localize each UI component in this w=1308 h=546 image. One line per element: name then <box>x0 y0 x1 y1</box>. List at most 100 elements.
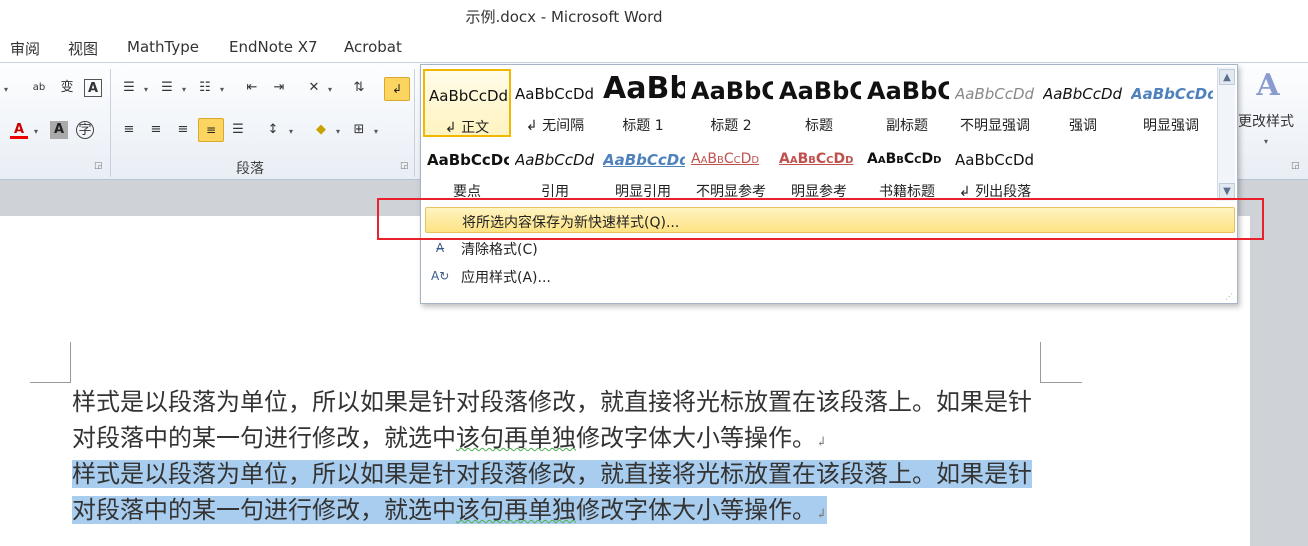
crop-mark <box>70 342 71 382</box>
style-preview: AaBbC <box>867 77 949 105</box>
increase-indent-icon[interactable]: ⇥ <box>270 79 288 97</box>
line-spacing-dropdown-icon[interactable]: ▾ <box>287 123 295 141</box>
font-dialog-launcher-icon[interactable]: ◲ <box>94 161 103 171</box>
pinyin-guide-icon[interactable]: ab <box>30 79 48 97</box>
style-item-quote[interactable]: AaBbCcDd 引用 <box>511 137 599 205</box>
paragraph-line: 样式是以段落为单位，所以如果是针对段落修改，就直接将光标放置在该段落上。如果是针 <box>72 388 1032 416</box>
style-item-book-title[interactable]: AaBbCcDd 书籍标题 <box>863 137 951 205</box>
selected-paragraph[interactable]: 样式是以段落为单位，所以如果是针对段落修改，就直接将光标放置在该段落上。如果是针… <box>72 456 1052 533</box>
text-direction-dropdown-icon[interactable]: ▾ <box>326 81 334 99</box>
style-preview: AaBbCcDc <box>427 151 509 169</box>
style-item-intense-reference[interactable]: AaBbCcDd 明显参考 <box>775 137 863 205</box>
apply-styles-menu-item[interactable]: A↻ 应用样式(A)... <box>425 263 1235 289</box>
style-item-intense-quote[interactable]: AaBbCcDd 明显引用 <box>599 137 687 205</box>
group-separator <box>110 69 111 177</box>
change-styles-dropdown-icon[interactable]: ▾ <box>1262 133 1270 151</box>
bullets-dropdown-icon[interactable]: ▾ <box>142 81 150 99</box>
show-marks-button[interactable]: ↲ <box>384 77 410 101</box>
paragraph-line: 对段落中的某一句进行修改，就选中该句再单独修改字体大小等操作。↲ <box>72 492 1052 533</box>
crop-mark <box>1040 382 1082 383</box>
dropdown-arrow-icon[interactable]: ▾ <box>2 81 10 99</box>
styles-dialog-launcher-icon[interactable]: ◲ <box>1291 161 1300 171</box>
crop-mark <box>30 382 71 383</box>
character-border-icon[interactable]: A <box>84 79 102 97</box>
style-preview: AaBbCcDd <box>429 87 507 105</box>
style-gallery-items: AaBbCcDd ↲ 正文 AaBbCcDd ↲ 无间隔 AaBb 标题 1 A… <box>423 67 1215 203</box>
resize-grip-icon[interactable]: ⋰ <box>1225 292 1233 301</box>
multilevel-list-icon[interactable]: ☷ <box>196 79 214 97</box>
change-styles-label[interactable]: 更改样式 <box>1238 111 1294 131</box>
style-preview: AaBbCcDd <box>603 151 685 169</box>
title-bar: 示例.docx - Microsoft Word <box>0 0 1308 32</box>
style-preview: AaBbCcDd <box>515 85 595 103</box>
style-item-emphasis[interactable]: AaBbCcDd 强调 <box>1039 69 1127 137</box>
borders-dropdown-icon[interactable]: ▾ <box>372 123 380 141</box>
font-color-icon[interactable]: A <box>10 121 28 139</box>
style-gallery-dropdown: AaBbCcDd ↲ 正文 AaBbCcDd ↲ 无间隔 AaBb 标题 1 A… <box>420 64 1238 304</box>
style-item-list-paragraph[interactable]: AaBbCcDd ↲ 列出段落 <box>951 137 1039 205</box>
phonetic-guide-icon[interactable]: 变 <box>58 79 76 97</box>
group-separator <box>414 69 415 177</box>
shading-icon[interactable]: ◆ <box>312 121 330 139</box>
bullets-icon[interactable]: ☰ <box>120 79 138 97</box>
change-styles-icon[interactable]: A <box>1250 69 1286 103</box>
tab-acrobat[interactable]: Acrobat <box>344 38 402 56</box>
character-shading-icon[interactable]: A <box>50 121 68 139</box>
numbering-dropdown-icon[interactable]: ▾ <box>180 81 188 99</box>
enclose-characters-icon[interactable]: 字 <box>76 121 94 139</box>
multilevel-dropdown-icon[interactable]: ▾ <box>218 81 226 99</box>
window-title: 示例.docx - Microsoft Word <box>465 8 663 26</box>
paragraph-dialog-launcher-icon[interactable]: ◲ <box>400 161 409 171</box>
grammar-flagged-text: 该句再单独 <box>456 496 576 524</box>
scroll-up-icon[interactable]: ▲ <box>1219 69 1235 85</box>
style-item-subtle-reference[interactable]: AaBbCcDd 不明显参考 <box>687 137 775 205</box>
paragraph-text: 对段落中的某一句进行修改，就选中 <box>72 424 456 452</box>
gallery-scrollbar[interactable]: ▲ ▼ <box>1217 67 1235 201</box>
sort-icon[interactable]: ⇅ <box>350 79 368 97</box>
paragraph-line: 对段落中的某一句进行修改，就选中该句再单独修改字体大小等操作。↲ <box>72 420 1052 461</box>
paragraph-mark: ↲ <box>816 435 827 450</box>
style-name: 标题 2 <box>710 118 752 134</box>
style-item-strong[interactable]: AaBbCcDc 要点 <box>423 137 511 205</box>
style-preview: AaBbCcDd <box>867 151 942 167</box>
scroll-down-icon[interactable]: ▼ <box>1219 183 1235 199</box>
style-name: ↲ 正文 <box>444 120 490 136</box>
annotation-highlight-box <box>377 198 1264 240</box>
style-item-heading-1[interactable]: AaBb 标题 1 <box>599 69 687 137</box>
style-preview: AaBbC <box>691 77 773 105</box>
style-item-subtitle[interactable]: AaBbC 副标题 <box>863 69 951 137</box>
style-name: 强调 <box>1069 118 1097 134</box>
text-direction-icon[interactable]: ✕ <box>305 79 323 97</box>
tab-mathtype[interactable]: MathType <box>127 38 199 56</box>
apply-styles-icon: A↻ <box>431 269 450 283</box>
workspace-background <box>1250 216 1308 546</box>
style-name: 不明显强调 <box>960 118 1030 134</box>
style-item-subtle-emphasis[interactable]: AaBbCcDd 不明显强调 <box>951 69 1039 137</box>
align-left-icon[interactable]: ≡ <box>120 121 138 139</box>
justify-button[interactable]: ≡ <box>198 118 224 142</box>
style-item-title[interactable]: AaBbC 标题 <box>775 69 863 137</box>
style-item-no-spacing[interactable]: AaBbCcDd ↲ 无间隔 <box>511 69 599 137</box>
decrease-indent-icon[interactable]: ⇤ <box>243 79 261 97</box>
align-right-icon[interactable]: ≡ <box>174 121 192 139</box>
tab-view[interactable]: 视图 <box>68 38 98 59</box>
style-item-normal[interactable]: AaBbCcDd ↲ 正文 <box>423 69 511 137</box>
borders-icon[interactable]: ⊞ <box>350 121 368 139</box>
shading-dropdown-icon[interactable]: ▾ <box>334 123 342 141</box>
menu-item-label: 应用样式(A)... <box>461 270 551 286</box>
font-color-dropdown-icon[interactable]: ▾ <box>32 123 40 141</box>
style-item-heading-2[interactable]: AaBbC 标题 2 <box>687 69 775 137</box>
align-center-icon[interactable]: ≡ <box>147 121 165 139</box>
style-preview: AaBbCcDd <box>691 151 760 167</box>
numbering-icon[interactable]: ☰ <box>158 79 176 97</box>
tab-review[interactable]: 审阅 <box>10 38 40 59</box>
style-preview: AaBb <box>603 71 685 106</box>
style-name: ↲ 无间隔 <box>525 118 585 134</box>
document-paragraph[interactable]: 样式是以段落为单位，所以如果是针对段落修改，就直接将光标放置在该段落上。如果是针… <box>72 384 1052 461</box>
line-spacing-icon[interactable]: ↕ <box>264 121 282 139</box>
style-preview: AaBbCcDd <box>515 151 595 169</box>
tab-endnote[interactable]: EndNote X7 <box>229 38 318 56</box>
paragraph-text: 修改字体大小等操作。 <box>576 424 816 452</box>
distributed-align-icon[interactable]: ☰ <box>229 121 247 139</box>
style-item-intense-emphasis[interactable]: AaBbCcDd 明显强调 <box>1127 69 1215 137</box>
